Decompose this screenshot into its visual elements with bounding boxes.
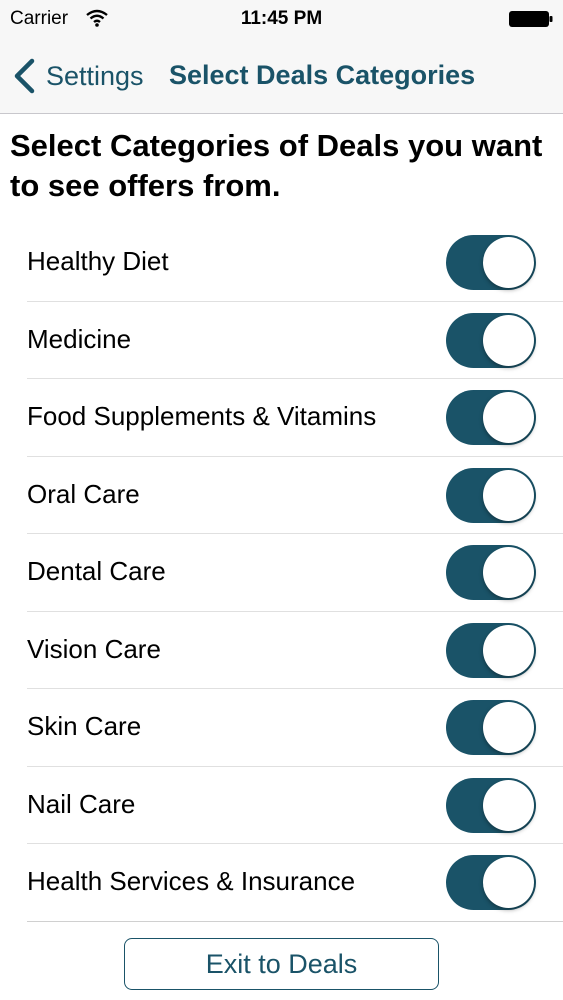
category-label: Nail Care <box>27 788 136 819</box>
toggle-switch-oral-care[interactable] <box>446 467 536 523</box>
intro-heading: Select Categories of Deals you want to s… <box>10 128 543 203</box>
category-row-healthy-diet: Healthy Diet <box>27 224 563 302</box>
status-bar: Carrier 11:45 PM <box>0 0 563 40</box>
toggle-knob <box>483 237 534 288</box>
category-row-food-supplements: Food Supplements & Vitamins <box>27 379 563 457</box>
category-row-vision-care: Vision Care <box>27 612 563 689</box>
category-label: Medicine <box>27 323 132 354</box>
toggle-switch-food-supplements[interactable] <box>446 390 536 445</box>
toggle-knob <box>483 392 534 443</box>
category-label: Food Supplements & Vitamins <box>27 401 377 431</box>
toggle-knob <box>483 314 534 366</box>
toggle-switch-health-services[interactable] <box>446 855 536 910</box>
back-button[interactable]: Settings <box>12 56 144 96</box>
toggle-switch-vision-care[interactable] <box>446 622 536 678</box>
category-list: Healthy Diet Medicine Food Supplements &… <box>0 224 563 922</box>
category-row-nail-care: Nail Care <box>27 767 563 844</box>
toggle-knob <box>483 702 534 753</box>
category-row-medicine: Medicine <box>27 302 563 379</box>
toggle-knob <box>483 469 534 521</box>
toggle-switch-nail-care[interactable] <box>446 777 536 833</box>
category-label: Health Services & Insurance <box>27 866 356 896</box>
page-title: Select Deals Categories <box>169 60 476 90</box>
toggle-knob <box>483 857 534 908</box>
toggle-switch-medicine[interactable] <box>446 312 536 368</box>
exit-to-deals-button[interactable]: Exit to Deals <box>124 938 439 990</box>
category-label: Skin Care <box>27 711 142 741</box>
category-label: Healthy Diet <box>27 246 169 276</box>
category-label: Vision Care <box>27 633 161 664</box>
category-row-oral-care: Oral Care <box>27 457 563 534</box>
toggle-knob <box>483 624 534 676</box>
navigation-bar: Settings Select Deals Categories <box>0 40 563 114</box>
toggle-knob <box>483 779 534 831</box>
battery-icon <box>509 11 553 27</box>
category-label: Dental Care <box>27 556 166 586</box>
toggle-knob <box>483 547 534 598</box>
toggle-switch-dental-care[interactable] <box>446 545 536 600</box>
category-row-skin-care: Skin Care <box>27 689 563 767</box>
back-label: Settings <box>46 60 144 91</box>
clock-time: 11:45 PM <box>240 8 323 29</box>
category-row-health-services: Health Services & Insurance <box>27 844 563 922</box>
category-label: Oral Care <box>27 478 140 509</box>
toggle-switch-healthy-diet[interactable] <box>446 235 536 290</box>
category-row-dental-care: Dental Care <box>27 534 563 612</box>
toggle-switch-skin-care[interactable] <box>446 700 536 755</box>
chevron-left-icon <box>14 58 35 94</box>
